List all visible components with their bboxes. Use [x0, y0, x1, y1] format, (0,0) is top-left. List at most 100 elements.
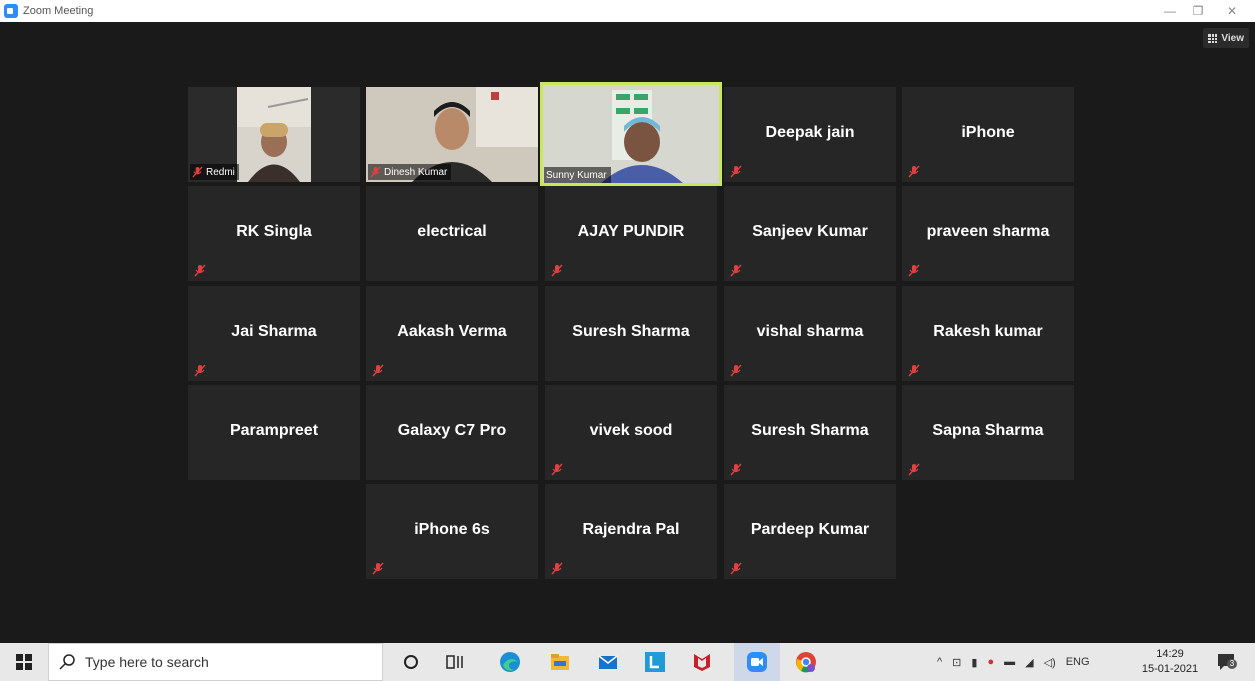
participant-name: vishal sharma — [756, 323, 864, 340]
restore-button[interactable]: ❐ — [1179, 0, 1217, 22]
muted-mic-icon — [908, 165, 920, 178]
view-button[interactable]: View — [1203, 28, 1249, 48]
muted-mic-icon — [730, 364, 742, 377]
muted-mic-icon — [730, 264, 742, 277]
action-center-button[interactable]: 3 — [1216, 652, 1238, 672]
participant-tile[interactable]: electrical — [366, 186, 538, 281]
participant-tile[interactable]: Rakesh kumar — [902, 286, 1074, 381]
video-tile-redmi[interactable]: Redmi — [188, 87, 360, 182]
volume-icon[interactable]: ◁) — [1044, 656, 1056, 669]
muted-mic-icon — [194, 264, 206, 277]
participant-tile[interactable]: Jai Sharma — [188, 286, 360, 381]
participant-name: Sanjeev Kumar — [752, 223, 868, 240]
lens-icon[interactable] — [644, 651, 666, 673]
participant-name: electrical — [417, 223, 487, 240]
participant-tile[interactable]: iPhone — [902, 87, 1074, 182]
participant-name: Deepak jain — [765, 124, 855, 141]
participant-name: Redmi — [206, 166, 235, 178]
muted-mic-icon — [908, 264, 920, 277]
participant-label: Redmi — [190, 164, 239, 180]
participant-tile[interactable]: Suresh Sharma — [724, 385, 896, 480]
task-view-icon[interactable] — [444, 651, 466, 673]
cortana-icon[interactable] — [400, 651, 422, 673]
muted-mic-icon — [192, 166, 203, 178]
participant-name: iPhone — [961, 124, 1015, 141]
participant-label: Sunny Kumar — [544, 167, 611, 183]
muted-mic-icon — [194, 364, 206, 377]
participant-name: Dinesh Kumar — [384, 166, 448, 178]
participant-tile[interactable]: Pardeep Kumar — [724, 484, 896, 579]
participant-name: iPhone 6s — [414, 521, 490, 538]
close-button[interactable]: ✕ — [1213, 0, 1251, 22]
meeting-gallery: View Redmi Dinesh Kumar Sunny Kumar Deep… — [0, 22, 1255, 630]
participant-name: Jai Sharma — [231, 323, 317, 340]
view-label: View — [1221, 32, 1244, 44]
muted-mic-icon — [908, 463, 920, 476]
muted-mic-icon — [551, 463, 563, 476]
participant-tile[interactable]: vishal sharma — [724, 286, 896, 381]
muted-mic-icon — [908, 364, 920, 377]
taskbar-search-box[interactable]: Type here to search — [48, 643, 383, 681]
participant-tile[interactable]: iPhone 6s — [366, 484, 538, 579]
participant-tile[interactable]: vivek sood — [545, 385, 717, 480]
muted-mic-icon — [551, 562, 563, 575]
system-tray: ^ ⊡ ▮ ● ▬ ◢ ◁) ENG — [937, 643, 1090, 681]
mcafee-icon[interactable] — [691, 651, 713, 673]
participant-tile[interactable]: Sapna Sharma — [902, 385, 1074, 480]
participant-tile[interactable]: Deepak jain — [724, 87, 896, 182]
clock-date: 15-01-2021 — [1141, 663, 1199, 675]
participant-tile[interactable]: Rajendra Pal — [545, 484, 717, 579]
language-indicator[interactable]: ENG — [1066, 656, 1090, 668]
file-explorer-icon[interactable] — [549, 651, 571, 673]
participant-name: Pardeep Kumar — [750, 521, 870, 538]
chrome-icon[interactable] — [795, 651, 817, 673]
participant-tile[interactable]: AJAY PUNDIR — [545, 186, 717, 281]
zoom-app-icon — [4, 4, 18, 18]
mail-icon[interactable] — [597, 651, 619, 673]
clock-time: 14:29 — [1156, 648, 1184, 660]
video-tile-sunny-kumar[interactable]: Sunny Kumar — [540, 82, 722, 186]
participant-name: Galaxy C7 Pro — [397, 422, 507, 439]
participant-name: Suresh Sharma — [572, 323, 690, 340]
participant-tile[interactable]: praveen sharma — [902, 186, 1074, 281]
muted-mic-icon — [730, 463, 742, 476]
muted-mic-icon — [370, 166, 381, 178]
start-button[interactable] — [0, 643, 48, 681]
windows-start-icon — [16, 654, 32, 670]
participant-tile[interactable]: Galaxy C7 Pro — [366, 385, 538, 480]
network-error-icon[interactable]: ● — [987, 656, 994, 668]
usb-icon[interactable]: ▮ — [971, 656, 977, 669]
participant-name: praveen sharma — [926, 223, 1050, 240]
muted-mic-icon — [551, 264, 563, 277]
muted-mic-icon — [372, 562, 384, 575]
muted-mic-icon — [730, 165, 742, 178]
participant-name: Aakash Verma — [397, 323, 507, 340]
wifi-icon[interactable]: ◢ — [1025, 656, 1033, 669]
zoom-icon[interactable] — [746, 651, 768, 673]
participant-tile[interactable]: Aakash Verma — [366, 286, 538, 381]
video-tile-dinesh-kumar[interactable]: Dinesh Kumar — [366, 87, 538, 182]
participant-label: Dinesh Kumar — [368, 164, 452, 180]
participant-name: Sunny Kumar — [546, 169, 607, 181]
meet-now-icon[interactable]: ⊡ — [952, 656, 961, 669]
participant-tile[interactable]: Suresh Sharma — [545, 286, 717, 381]
muted-mic-icon — [730, 562, 742, 575]
participant-name: AJAY PUNDIR — [577, 223, 685, 240]
participant-name: Sapna Sharma — [932, 422, 1044, 439]
taskbar-clock[interactable]: 14:29 15-01-2021 — [1134, 647, 1206, 677]
participant-name: Rakesh kumar — [933, 323, 1043, 340]
battery-icon[interactable]: ▬ — [1004, 656, 1015, 668]
participant-tile[interactable]: RK Singla — [188, 186, 360, 281]
participant-tile[interactable]: Sanjeev Kumar — [724, 186, 896, 281]
participant-name: RK Singla — [236, 223, 312, 240]
window-title: Zoom Meeting — [23, 5, 94, 17]
participant-tile[interactable]: Parampreet — [188, 385, 360, 480]
notification-badge: 3 — [1227, 659, 1237, 669]
participant-name: Rajendra Pal — [582, 521, 680, 538]
participant-name: vivek sood — [589, 422, 673, 439]
chevron-up-icon[interactable]: ^ — [937, 656, 942, 668]
window-titlebar: Zoom Meeting — ❐ ✕ — [0, 0, 1255, 22]
grid-icon — [1208, 33, 1218, 43]
edge-icon[interactable] — [499, 651, 521, 673]
muted-mic-icon — [372, 364, 384, 377]
